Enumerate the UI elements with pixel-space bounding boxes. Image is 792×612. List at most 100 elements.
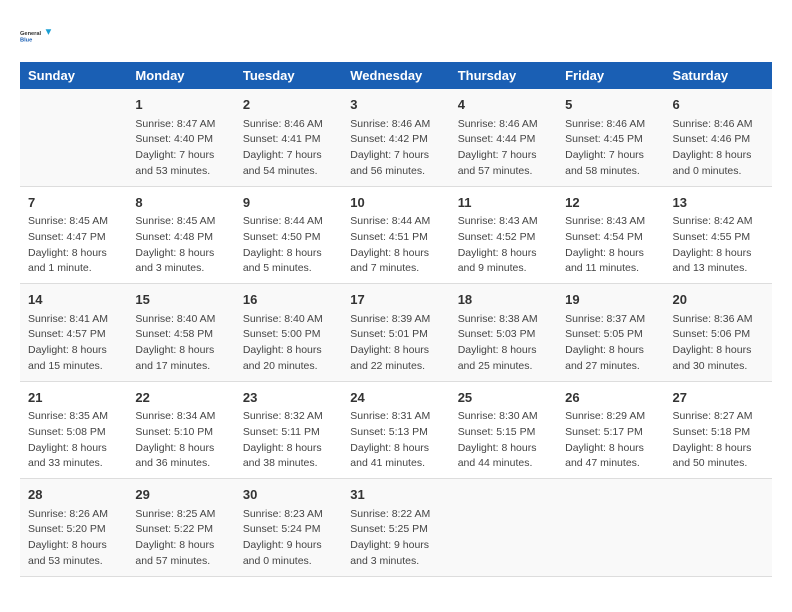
day-info: Sunrise: 8:27 AM Sunset: 5:18 PM Dayligh… bbox=[673, 409, 764, 472]
col-header-friday: Friday bbox=[557, 62, 664, 89]
day-info: Sunrise: 8:37 AM Sunset: 5:05 PM Dayligh… bbox=[565, 312, 656, 375]
logo-icon: GeneralBlue bbox=[20, 20, 52, 52]
day-cell: 27Sunrise: 8:27 AM Sunset: 5:18 PM Dayli… bbox=[665, 381, 772, 479]
day-info: Sunrise: 8:41 AM Sunset: 4:57 PM Dayligh… bbox=[28, 312, 119, 375]
day-cell: 25Sunrise: 8:30 AM Sunset: 5:15 PM Dayli… bbox=[450, 381, 557, 479]
day-number: 4 bbox=[458, 95, 549, 115]
day-cell: 4Sunrise: 8:46 AM Sunset: 4:44 PM Daylig… bbox=[450, 89, 557, 186]
day-cell: 3Sunrise: 8:46 AM Sunset: 4:42 PM Daylig… bbox=[342, 89, 449, 186]
day-info: Sunrise: 8:43 AM Sunset: 4:54 PM Dayligh… bbox=[565, 214, 656, 277]
day-info: Sunrise: 8:30 AM Sunset: 5:15 PM Dayligh… bbox=[458, 409, 549, 472]
day-cell: 26Sunrise: 8:29 AM Sunset: 5:17 PM Dayli… bbox=[557, 381, 664, 479]
day-cell: 28Sunrise: 8:26 AM Sunset: 5:20 PM Dayli… bbox=[20, 479, 127, 577]
day-number: 10 bbox=[350, 193, 441, 213]
col-header-monday: Monday bbox=[127, 62, 234, 89]
day-info: Sunrise: 8:25 AM Sunset: 5:22 PM Dayligh… bbox=[135, 507, 226, 570]
day-cell: 11Sunrise: 8:43 AM Sunset: 4:52 PM Dayli… bbox=[450, 186, 557, 284]
col-header-tuesday: Tuesday bbox=[235, 62, 342, 89]
day-cell: 7Sunrise: 8:45 AM Sunset: 4:47 PM Daylig… bbox=[20, 186, 127, 284]
day-number: 31 bbox=[350, 485, 441, 505]
day-cell bbox=[450, 479, 557, 577]
day-number: 12 bbox=[565, 193, 656, 213]
day-cell: 17Sunrise: 8:39 AM Sunset: 5:01 PM Dayli… bbox=[342, 284, 449, 382]
day-cell bbox=[665, 479, 772, 577]
day-info: Sunrise: 8:40 AM Sunset: 4:58 PM Dayligh… bbox=[135, 312, 226, 375]
col-header-thursday: Thursday bbox=[450, 62, 557, 89]
day-number: 7 bbox=[28, 193, 119, 213]
week-row-3: 14Sunrise: 8:41 AM Sunset: 4:57 PM Dayli… bbox=[20, 284, 772, 382]
day-info: Sunrise: 8:45 AM Sunset: 4:47 PM Dayligh… bbox=[28, 214, 119, 277]
day-info: Sunrise: 8:44 AM Sunset: 4:50 PM Dayligh… bbox=[243, 214, 334, 277]
logo: GeneralBlue bbox=[20, 20, 52, 52]
day-cell: 1Sunrise: 8:47 AM Sunset: 4:40 PM Daylig… bbox=[127, 89, 234, 186]
day-info: Sunrise: 8:46 AM Sunset: 4:42 PM Dayligh… bbox=[350, 117, 441, 180]
day-info: Sunrise: 8:29 AM Sunset: 5:17 PM Dayligh… bbox=[565, 409, 656, 472]
week-row-1: 1Sunrise: 8:47 AM Sunset: 4:40 PM Daylig… bbox=[20, 89, 772, 186]
day-number: 3 bbox=[350, 95, 441, 115]
day-info: Sunrise: 8:34 AM Sunset: 5:10 PM Dayligh… bbox=[135, 409, 226, 472]
day-info: Sunrise: 8:44 AM Sunset: 4:51 PM Dayligh… bbox=[350, 214, 441, 277]
day-info: Sunrise: 8:22 AM Sunset: 5:25 PM Dayligh… bbox=[350, 507, 441, 570]
day-info: Sunrise: 8:42 AM Sunset: 4:55 PM Dayligh… bbox=[673, 214, 764, 277]
day-cell: 29Sunrise: 8:25 AM Sunset: 5:22 PM Dayli… bbox=[127, 479, 234, 577]
day-info: Sunrise: 8:39 AM Sunset: 5:01 PM Dayligh… bbox=[350, 312, 441, 375]
day-cell: 5Sunrise: 8:46 AM Sunset: 4:45 PM Daylig… bbox=[557, 89, 664, 186]
day-number: 27 bbox=[673, 388, 764, 408]
day-cell: 23Sunrise: 8:32 AM Sunset: 5:11 PM Dayli… bbox=[235, 381, 342, 479]
day-number: 29 bbox=[135, 485, 226, 505]
day-cell bbox=[557, 479, 664, 577]
day-cell: 13Sunrise: 8:42 AM Sunset: 4:55 PM Dayli… bbox=[665, 186, 772, 284]
day-info: Sunrise: 8:32 AM Sunset: 5:11 PM Dayligh… bbox=[243, 409, 334, 472]
day-number: 24 bbox=[350, 388, 441, 408]
header-row: SundayMondayTuesdayWednesdayThursdayFrid… bbox=[20, 62, 772, 89]
day-cell: 30Sunrise: 8:23 AM Sunset: 5:24 PM Dayli… bbox=[235, 479, 342, 577]
day-info: Sunrise: 8:46 AM Sunset: 4:44 PM Dayligh… bbox=[458, 117, 549, 180]
day-number: 15 bbox=[135, 290, 226, 310]
day-number: 13 bbox=[673, 193, 764, 213]
svg-text:General: General bbox=[20, 31, 42, 37]
day-number: 25 bbox=[458, 388, 549, 408]
day-number: 22 bbox=[135, 388, 226, 408]
day-info: Sunrise: 8:47 AM Sunset: 4:40 PM Dayligh… bbox=[135, 117, 226, 180]
day-info: Sunrise: 8:31 AM Sunset: 5:13 PM Dayligh… bbox=[350, 409, 441, 472]
day-cell: 6Sunrise: 8:46 AM Sunset: 4:46 PM Daylig… bbox=[665, 89, 772, 186]
day-cell: 8Sunrise: 8:45 AM Sunset: 4:48 PM Daylig… bbox=[127, 186, 234, 284]
week-row-2: 7Sunrise: 8:45 AM Sunset: 4:47 PM Daylig… bbox=[20, 186, 772, 284]
day-number: 2 bbox=[243, 95, 334, 115]
day-cell: 9Sunrise: 8:44 AM Sunset: 4:50 PM Daylig… bbox=[235, 186, 342, 284]
day-number: 21 bbox=[28, 388, 119, 408]
day-cell: 16Sunrise: 8:40 AM Sunset: 5:00 PM Dayli… bbox=[235, 284, 342, 382]
day-cell: 18Sunrise: 8:38 AM Sunset: 5:03 PM Dayli… bbox=[450, 284, 557, 382]
week-row-5: 28Sunrise: 8:26 AM Sunset: 5:20 PM Dayli… bbox=[20, 479, 772, 577]
day-number: 6 bbox=[673, 95, 764, 115]
day-cell: 22Sunrise: 8:34 AM Sunset: 5:10 PM Dayli… bbox=[127, 381, 234, 479]
day-number: 20 bbox=[673, 290, 764, 310]
col-header-sunday: Sunday bbox=[20, 62, 127, 89]
day-cell bbox=[20, 89, 127, 186]
day-number: 11 bbox=[458, 193, 549, 213]
header: GeneralBlue bbox=[20, 20, 772, 52]
day-info: Sunrise: 8:26 AM Sunset: 5:20 PM Dayligh… bbox=[28, 507, 119, 570]
day-cell: 10Sunrise: 8:44 AM Sunset: 4:51 PM Dayli… bbox=[342, 186, 449, 284]
day-number: 19 bbox=[565, 290, 656, 310]
col-header-saturday: Saturday bbox=[665, 62, 772, 89]
day-info: Sunrise: 8:45 AM Sunset: 4:48 PM Dayligh… bbox=[135, 214, 226, 277]
day-info: Sunrise: 8:46 AM Sunset: 4:45 PM Dayligh… bbox=[565, 117, 656, 180]
day-cell: 2Sunrise: 8:46 AM Sunset: 4:41 PM Daylig… bbox=[235, 89, 342, 186]
day-info: Sunrise: 8:46 AM Sunset: 4:46 PM Dayligh… bbox=[673, 117, 764, 180]
week-row-4: 21Sunrise: 8:35 AM Sunset: 5:08 PM Dayli… bbox=[20, 381, 772, 479]
day-cell: 14Sunrise: 8:41 AM Sunset: 4:57 PM Dayli… bbox=[20, 284, 127, 382]
day-number: 17 bbox=[350, 290, 441, 310]
day-info: Sunrise: 8:23 AM Sunset: 5:24 PM Dayligh… bbox=[243, 507, 334, 570]
calendar-table: SundayMondayTuesdayWednesdayThursdayFrid… bbox=[20, 62, 772, 577]
day-info: Sunrise: 8:35 AM Sunset: 5:08 PM Dayligh… bbox=[28, 409, 119, 472]
svg-text:Blue: Blue bbox=[20, 37, 32, 43]
day-number: 26 bbox=[565, 388, 656, 408]
col-header-wednesday: Wednesday bbox=[342, 62, 449, 89]
day-number: 1 bbox=[135, 95, 226, 115]
day-number: 28 bbox=[28, 485, 119, 505]
day-cell: 21Sunrise: 8:35 AM Sunset: 5:08 PM Dayli… bbox=[20, 381, 127, 479]
day-info: Sunrise: 8:40 AM Sunset: 5:00 PM Dayligh… bbox=[243, 312, 334, 375]
day-number: 30 bbox=[243, 485, 334, 505]
day-info: Sunrise: 8:43 AM Sunset: 4:52 PM Dayligh… bbox=[458, 214, 549, 277]
